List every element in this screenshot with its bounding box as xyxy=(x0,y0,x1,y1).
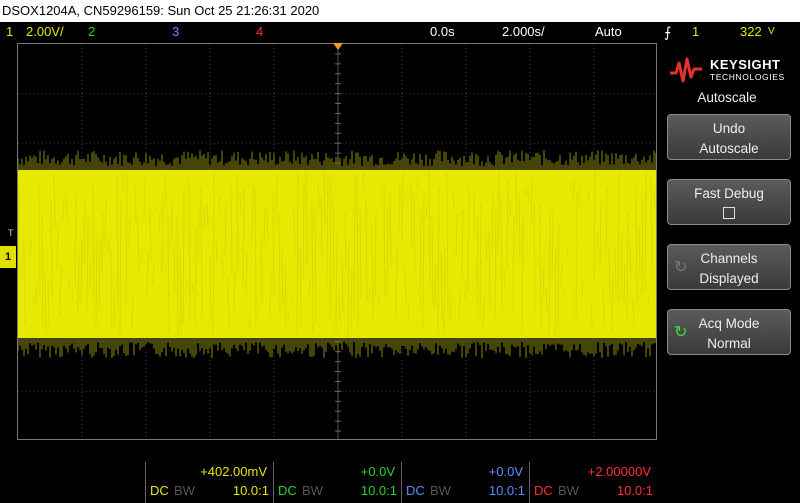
undo-autoscale-button[interactable]: Undo Autoscale xyxy=(667,114,791,160)
ch4-info[interactable]: +2.00000V DC BW 10.0:1 xyxy=(529,462,657,503)
ch4-bw-limit: BW xyxy=(558,483,579,498)
title-bar: DSOX1204A, CN59296159: Sun Oct 25 21:26:… xyxy=(0,0,800,22)
ch3-number[interactable]: 3 xyxy=(172,22,179,42)
trigger-level-marker: T xyxy=(8,228,14,238)
keysight-wave-icon xyxy=(670,57,702,83)
ch4-number[interactable]: 4 xyxy=(256,22,263,42)
softkey-label: Normal xyxy=(707,336,751,351)
ch2-offset: +0.0V xyxy=(360,464,395,479)
ch1-number[interactable]: 1 xyxy=(6,22,13,42)
logo-sub: TECHNOLOGIES xyxy=(710,72,785,82)
ch4-coupling: DC xyxy=(534,483,553,498)
channel-info-bar: +402.00mV DC BW 10.0:1 +0.0V DC BW 10.0:… xyxy=(0,462,660,503)
ch1-coupling: DC xyxy=(150,483,169,498)
softkey-label: Fast Debug xyxy=(694,186,764,201)
softkey-panel: KEYSIGHT TECHNOLOGIES Autoscale Undo Aut… xyxy=(662,45,800,503)
time-scale[interactable]: 2.000s/ xyxy=(502,22,545,42)
ch1-offset: +402.00mV xyxy=(200,464,267,479)
time-delay[interactable]: 0.0s xyxy=(430,22,455,42)
trigger-channel[interactable]: 1 xyxy=(692,22,699,42)
trigger-level[interactable]: 322 xyxy=(740,22,762,42)
status-bar: 1 2.00V/ 2 3 4 0.0s 2.000s/ Auto ⨍ 1 322… xyxy=(0,22,800,42)
ch3-offset: +0.0V xyxy=(488,464,523,479)
menu-title: Autoscale xyxy=(697,90,757,105)
softkey-label: Displayed xyxy=(699,271,759,286)
ch1-info[interactable]: +402.00mV DC BW 10.0:1 xyxy=(145,462,273,503)
ch3-probe: 10.0:1 xyxy=(488,483,525,498)
ch1-scale[interactable]: 2.00V/ xyxy=(26,22,64,42)
ch4-offset: +2.00000V xyxy=(587,464,651,479)
channels-displayed-button[interactable]: ↻ Channels Displayed xyxy=(667,244,791,290)
fast-debug-button[interactable]: Fast Debug xyxy=(667,179,791,225)
ch2-probe: 10.0:1 xyxy=(360,483,397,498)
ch3-info[interactable]: +0.0V DC BW 10.0:1 xyxy=(401,462,529,503)
trigger-slope-icon: ⨍ xyxy=(664,24,672,40)
ch3-coupling: DC xyxy=(406,483,425,498)
ch3-bw-limit: BW xyxy=(430,483,451,498)
keysight-logo: KEYSIGHT TECHNOLOGIES xyxy=(668,51,798,89)
trigger-position-marker[interactable] xyxy=(333,43,343,50)
ch2-bw-limit: BW xyxy=(302,483,323,498)
ch1-bw-limit: BW xyxy=(174,483,195,498)
trigger-level-unit-icon: V xyxy=(768,26,775,37)
logo-brand: KEYSIGHT xyxy=(710,57,781,72)
fast-debug-checkbox[interactable] xyxy=(723,207,735,219)
softkey-label: Undo xyxy=(712,121,746,136)
waveform-display[interactable] xyxy=(17,43,657,440)
softkey-label: Acq Mode xyxy=(698,316,760,331)
waveform-graticule xyxy=(18,44,656,439)
acq-mode-button[interactable]: ↻ Acq Mode Normal xyxy=(667,309,791,355)
softkey-label: Autoscale xyxy=(699,141,759,156)
softkey-label: Channels xyxy=(700,251,758,266)
waveform-trace-texture xyxy=(470,299,473,302)
ch2-number[interactable]: 2 xyxy=(88,22,95,42)
waveform-trace-band xyxy=(18,170,656,338)
ch1-ground-marker[interactable]: 1 xyxy=(0,246,16,268)
ch2-coupling: DC xyxy=(278,483,297,498)
ch1-probe: 10.0:1 xyxy=(232,483,269,498)
ch2-info[interactable]: +0.0V DC BW 10.0:1 xyxy=(273,462,401,503)
trigger-mode[interactable]: Auto xyxy=(595,22,622,42)
ch4-probe: 10.0:1 xyxy=(616,483,653,498)
